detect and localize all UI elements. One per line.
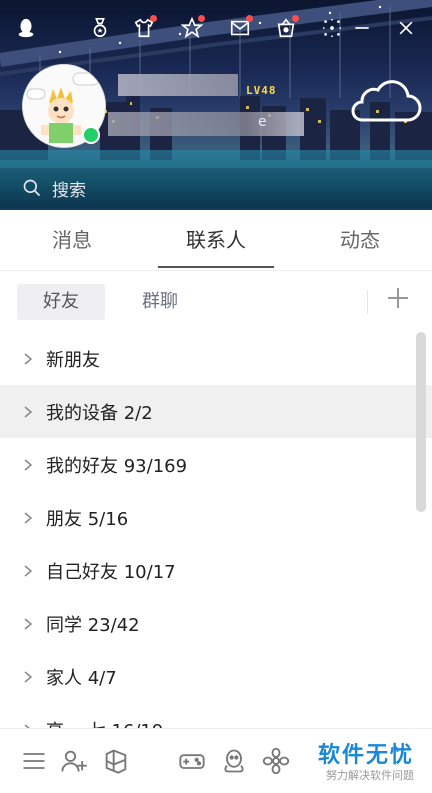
contact-subtabs: 好友 群聊 xyxy=(0,272,432,332)
add-friend-icon[interactable] xyxy=(60,747,88,775)
qq-penguin-icon[interactable] xyxy=(12,14,40,42)
group-row[interactable]: 我的好友 93/169 xyxy=(0,438,432,491)
active-tab-indicator xyxy=(158,266,274,268)
watermark-title: 软件无忧 xyxy=(317,743,414,768)
level-badge[interactable]: LV48 xyxy=(246,84,277,97)
contact-group-list: 新朋友 我的设备 2/2 我的好友 93/169 朋友 5/16 自己好友 10… xyxy=(0,332,432,728)
subtab-divider xyxy=(367,290,368,314)
bottom-toolbar: 软件无忧 努力解决软件问题 xyxy=(0,728,432,793)
minimize-icon[interactable] xyxy=(348,14,376,42)
group-row[interactable]: 自己好友 10/17 xyxy=(0,544,432,597)
watermark: 软件无忧 努力解决软件问题 xyxy=(318,737,414,783)
group-label: 自己好友 10/17 xyxy=(46,561,176,583)
tab-messages[interactable]: 消息 xyxy=(22,210,122,270)
group-row[interactable]: 朋友 5/16 xyxy=(0,491,432,544)
chevron-right-icon xyxy=(24,352,33,365)
group-label: 家人 4/7 xyxy=(46,667,117,689)
add-icon[interactable] xyxy=(386,286,410,310)
group-row[interactable]: 同学 23/42 xyxy=(0,597,432,650)
group-label: 我的设备 2/2 xyxy=(46,402,153,424)
chevron-right-icon xyxy=(24,458,33,471)
app-manager-icon[interactable] xyxy=(102,747,130,775)
chevron-right-icon xyxy=(24,511,33,524)
shop-bag-icon[interactable] xyxy=(272,14,300,42)
group-row[interactable]: 高一 七 16/19 xyxy=(0,703,432,728)
watermark-subtitle: 努力解决软件问题 xyxy=(326,769,414,782)
search-icon xyxy=(23,179,41,197)
penguin-mascot-icon[interactable] xyxy=(220,747,248,775)
settings-sparkle-icon[interactable] xyxy=(318,14,346,42)
signature-text[interactable]: e xyxy=(258,114,267,130)
chevron-right-icon xyxy=(24,617,33,630)
chevron-right-icon xyxy=(24,405,33,418)
subtab-friends[interactable]: 好友 xyxy=(17,284,105,320)
group-label: 我的好友 93/169 xyxy=(46,455,188,477)
weather-cloud-icon[interactable] xyxy=(344,76,424,126)
chevron-right-icon xyxy=(24,670,33,683)
main-tabs: 消息 联系人 动态 xyxy=(0,210,432,271)
group-label: 新朋友 xyxy=(46,349,100,371)
group-row[interactable]: 新朋友 xyxy=(0,332,432,385)
mail-icon[interactable] xyxy=(226,14,254,42)
chevron-right-icon xyxy=(24,564,33,577)
group-row[interactable]: 我的设备 2/2 xyxy=(0,385,432,438)
top-icon-bar xyxy=(0,14,432,42)
group-label: 朋友 5/16 xyxy=(46,508,129,530)
menu-icon[interactable] xyxy=(20,747,48,775)
nickname-blurred xyxy=(118,74,238,96)
tab-contacts[interactable]: 联系人 xyxy=(158,210,274,270)
medal-icon[interactable] xyxy=(86,14,114,42)
flower-icon[interactable] xyxy=(262,747,290,775)
search-placeholder: 搜索 xyxy=(52,180,86,201)
star-icon[interactable] xyxy=(178,14,206,42)
tab-updates[interactable]: 动态 xyxy=(310,210,410,270)
profile-header: LV48 e 搜索 xyxy=(0,0,432,210)
close-icon[interactable] xyxy=(392,14,420,42)
group-label: 同学 23/42 xyxy=(46,614,140,636)
group-label: 高一 七 16/19 xyxy=(46,717,163,729)
list-scrollbar[interactable] xyxy=(416,332,426,512)
signature-blurred xyxy=(108,112,304,136)
online-status-dot[interactable] xyxy=(82,126,100,144)
group-row[interactable]: 家人 4/7 xyxy=(0,650,432,703)
search-bar[interactable]: 搜索 xyxy=(0,168,432,208)
subtab-groups[interactable]: 群聊 xyxy=(116,284,204,320)
game-controller-icon[interactable] xyxy=(178,747,206,775)
shirt-icon[interactable] xyxy=(130,14,158,42)
